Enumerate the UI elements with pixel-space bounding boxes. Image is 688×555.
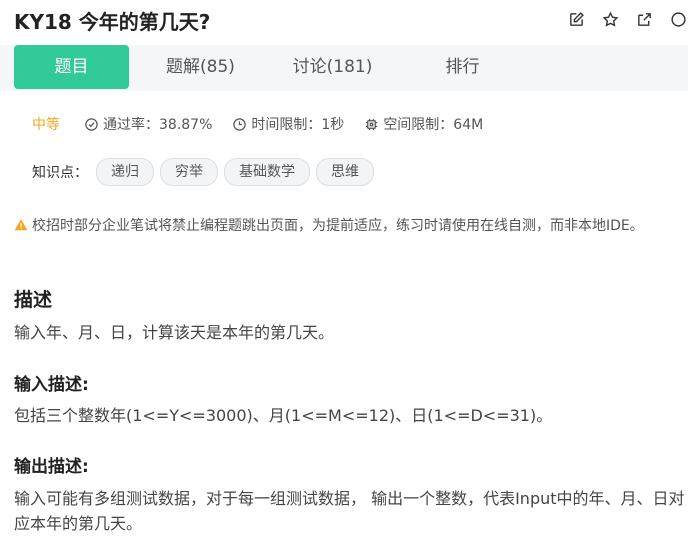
- tab-solutions[interactable]: 题解(85): [143, 45, 258, 89]
- knowledge-points: 知识点： 递归 穷举 基础数学 思维: [32, 158, 380, 186]
- warning-icon: [14, 219, 28, 231]
- chip-icon: [366, 118, 378, 130]
- memory-limit-text: 空间限制：64M: [383, 117, 484, 133]
- tag-thinking[interactable]: 思维: [316, 158, 374, 186]
- output-heading: 输出描述:: [14, 457, 89, 477]
- check-circle-icon: [85, 117, 98, 131]
- problem-meta: 中等 通过率：38.87% 时间限制：1秒 空间限制：64M: [32, 114, 503, 134]
- difficulty-badge: 中等: [32, 117, 60, 133]
- knowledge-label: 知识点：: [32, 165, 88, 181]
- description-text: 输入年、月、日，计算该天是本年的第几天。: [14, 323, 335, 342]
- clock-icon: [233, 117, 247, 131]
- tab-ranking[interactable]: 排行: [405, 45, 520, 89]
- pass-rate: 通过率：38.87%: [84, 114, 212, 134]
- tab-problem[interactable]: 题目: [14, 45, 129, 89]
- output-text: 输入可能有多组测试数据，对于每一组测试数据， 输出一个整数，代表Input中的年…: [14, 489, 685, 533]
- tag-enumeration[interactable]: 穷举: [160, 158, 218, 186]
- problem-title: KY18 今年的第几天?: [14, 10, 211, 34]
- star-icon[interactable]: [600, 9, 620, 29]
- edit-icon[interactable]: [566, 9, 586, 29]
- description-heading: 描述: [14, 289, 53, 311]
- notice-text: 校招时部分企业笔试将禁止编程题跳出页面，为提前适应，练习时请使用在线自测，而非本…: [32, 218, 644, 234]
- pass-rate-text: 通过率：38.87%: [103, 117, 213, 133]
- problem-tabs: 题目 题解(85) 讨论(181) 排行: [0, 45, 688, 91]
- header-actions: [566, 9, 688, 29]
- time-limit-text: 时间限制：1秒: [251, 117, 345, 133]
- input-text: 包括三个整数年(1<=Y<=3000)、月(1<=M<=12)、日(1<=D<=…: [14, 406, 553, 425]
- exam-notice: 校招时部分企业笔试将禁止编程题跳出页面，为提前适应，练习时请使用在线自测，而非本…: [14, 216, 674, 237]
- more-icon[interactable]: [668, 9, 688, 29]
- input-heading: 输入描述:: [14, 375, 89, 395]
- problem-header: KY18 今年的第几天?: [0, 0, 688, 40]
- time-limit: 时间限制：1秒: [232, 114, 344, 134]
- tag-basic-math[interactable]: 基础数学: [224, 158, 310, 186]
- tag-recursion[interactable]: 递归: [96, 158, 154, 186]
- memory-limit: 空间限制：64M: [364, 114, 483, 134]
- share-icon[interactable]: [634, 9, 654, 29]
- tab-discussion[interactable]: 讨论(181): [270, 45, 395, 89]
